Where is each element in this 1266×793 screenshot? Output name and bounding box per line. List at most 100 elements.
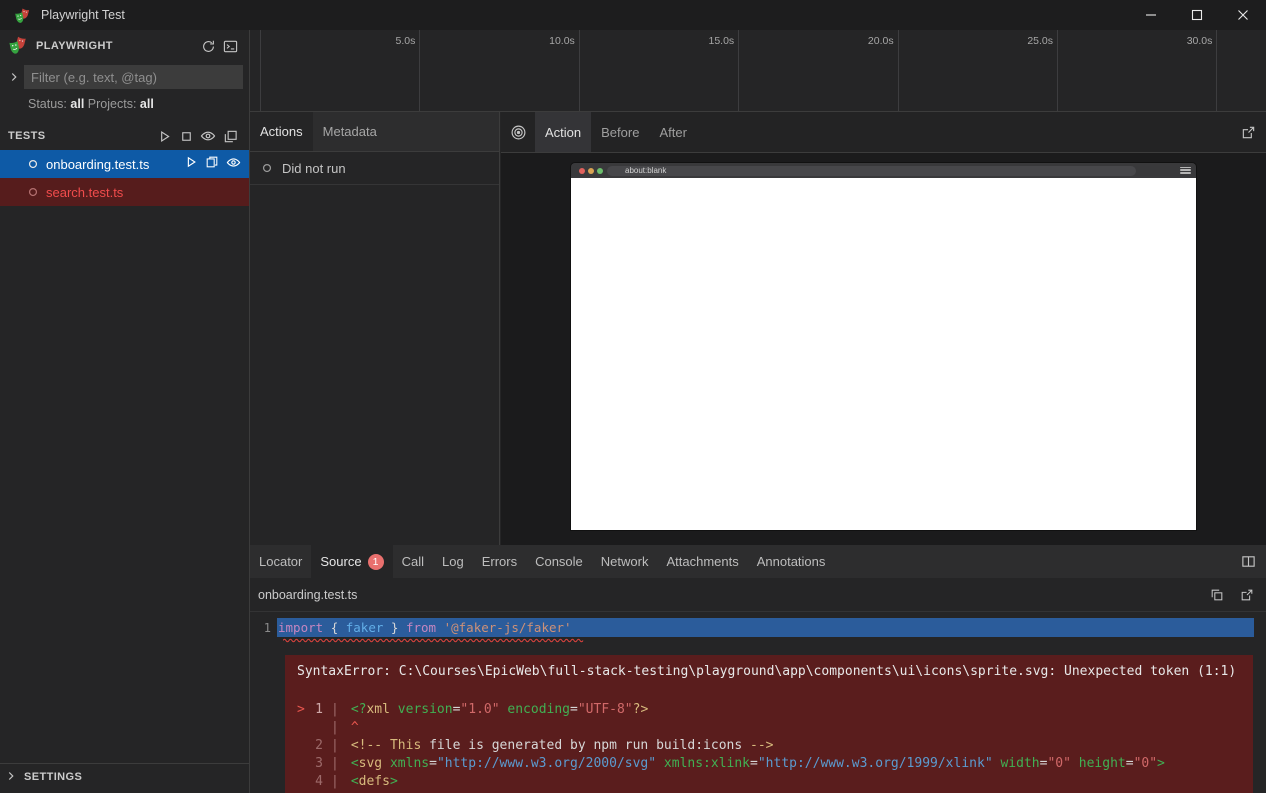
- maximize-icon: [1191, 9, 1203, 21]
- traffic-light-yellow-icon: [588, 168, 594, 174]
- tab-log[interactable]: Log: [433, 545, 473, 578]
- tab-label: Locator: [259, 554, 302, 569]
- actions-empty-row: Did not run: [250, 152, 499, 185]
- code-frame-line: >1|<?xml version="1.0" encoding="UTF-8"?…: [297, 701, 1241, 719]
- tab-metadata[interactable]: Metadata: [313, 112, 387, 151]
- window-title: Playwright Test: [41, 8, 125, 22]
- play-icon: [157, 129, 172, 144]
- minimize-button[interactable]: [1128, 0, 1174, 30]
- tab-attachments[interactable]: Attachments: [657, 545, 747, 578]
- chevron-right-icon: [4, 769, 18, 786]
- tests-header: TESTS: [0, 122, 249, 150]
- source-toolbar: onboarding.test.ts: [250, 578, 1266, 612]
- terminal-button[interactable]: [219, 35, 241, 57]
- timeline-gridline: [579, 30, 580, 111]
- eye-icon: [226, 155, 241, 170]
- file-copy-icon: [205, 155, 219, 169]
- line-number: 1: [250, 621, 277, 635]
- chevron-right-icon[interactable]: [4, 70, 24, 84]
- status-label: Status:: [28, 97, 67, 111]
- target-icon: [510, 124, 527, 141]
- tab-label: Metadata: [323, 124, 377, 139]
- watch-test-button[interactable]: [226, 155, 241, 173]
- status-line: Status: all Projects: all: [0, 92, 249, 116]
- test-name: onboarding.test.ts: [46, 157, 176, 172]
- snapshot-tabbar: Action Before After: [501, 112, 1266, 153]
- status-value[interactable]: all: [70, 97, 84, 111]
- tab-actions[interactable]: Actions: [250, 112, 313, 151]
- status-circle-icon: [262, 163, 272, 173]
- timeline-tick-label: 20.0s: [850, 35, 894, 47]
- timeline-tick-label: 30.0s: [1168, 35, 1212, 47]
- tab-source[interactable]: Source1: [311, 545, 392, 578]
- external-link-icon: [1241, 125, 1256, 140]
- tab-console[interactable]: Console: [526, 545, 592, 578]
- browser-snapshot[interactable]: about:blank: [571, 163, 1196, 530]
- tab-label: Log: [442, 554, 464, 569]
- watch-all-button[interactable]: [197, 125, 219, 147]
- source-line: 1 import { faker } from '@faker-js/faker…: [250, 618, 1266, 637]
- browser-toolbar: about:blank: [571, 163, 1196, 178]
- close-button[interactable]: [1220, 0, 1266, 30]
- tab-call[interactable]: Call: [393, 545, 433, 578]
- terminal-icon: [223, 39, 238, 54]
- playwright-masks-icon: [8, 35, 28, 58]
- maximize-button[interactable]: [1174, 0, 1220, 30]
- details-tabbar: Locator Source1Call Log Errors Console Networ…: [250, 545, 1266, 578]
- source-view[interactable]: 1 import { faker } from '@faker-js/faker…: [250, 612, 1266, 793]
- tab-label: Console: [535, 554, 583, 569]
- timeline-ruler[interactable]: 5.0s10.0s15.0s20.0s25.0s30.0s: [250, 30, 1266, 112]
- timeline-tick-label: 5.0s: [371, 35, 415, 47]
- tab-label: Network: [601, 554, 649, 569]
- collapse-all-button[interactable]: [219, 125, 241, 147]
- open-source-button[interactable]: [205, 155, 219, 173]
- test-name: search.test.ts: [46, 185, 241, 200]
- actions-tabbar: Actions Metadata: [250, 112, 499, 152]
- code-frame-line: 2|<!-- This file is generated by npm run…: [297, 737, 1241, 755]
- refresh-icon: [201, 39, 216, 54]
- run-test-button[interactable]: [184, 155, 198, 173]
- tab-network[interactable]: Network: [592, 545, 658, 578]
- extension-header: PLAYWRIGHT: [0, 30, 249, 62]
- filter-input[interactable]: [24, 65, 243, 89]
- projects-value[interactable]: all: [140, 97, 154, 111]
- eye-icon: [200, 128, 216, 144]
- open-snapshot-button[interactable]: [1230, 112, 1266, 152]
- test-status-circle-icon: [28, 185, 38, 200]
- tab-label: Errors: [482, 554, 517, 569]
- tab-label: After: [659, 125, 686, 140]
- run-all-button[interactable]: [153, 125, 175, 147]
- code-frame-line: |^: [297, 719, 1241, 737]
- tab-after[interactable]: After: [649, 112, 696, 152]
- timeline-gridline: [1216, 30, 1217, 111]
- traffic-light-red-icon: [579, 168, 585, 174]
- playwright-ui-window: Playwright Test: [0, 0, 1266, 793]
- tab-locator[interactable]: Locator: [250, 545, 311, 578]
- timeline-gridline: [1057, 30, 1058, 111]
- tab-label: Actions: [260, 124, 303, 139]
- tab-before[interactable]: Before: [591, 112, 649, 152]
- settings-title: SETTINGS: [24, 771, 82, 783]
- open-source-external-button[interactable]: [1236, 584, 1258, 606]
- tab-action[interactable]: Action: [535, 112, 591, 152]
- test-item-search[interactable]: search.test.ts: [0, 178, 249, 206]
- tab-label: Before: [601, 125, 639, 140]
- browser-page[interactable]: [571, 178, 1196, 530]
- pick-locator-button[interactable]: [501, 112, 535, 152]
- source-file-name: onboarding.test.ts: [258, 588, 1206, 602]
- stop-icon: [179, 129, 194, 144]
- timeline-tick-label: 10.0s: [531, 35, 575, 47]
- source-line-code: import { faker } from '@faker-js/faker': [277, 618, 1254, 637]
- settings-header[interactable]: SETTINGS: [0, 763, 249, 790]
- extension-title: PLAYWRIGHT: [36, 40, 197, 52]
- browser-address: about:blank: [607, 166, 1136, 176]
- stop-button[interactable]: [175, 125, 197, 147]
- traffic-light-green-icon: [597, 168, 603, 174]
- tab-errors[interactable]: Errors: [473, 545, 526, 578]
- test-item-onboarding[interactable]: onboarding.test.ts: [0, 150, 249, 178]
- copy-source-button[interactable]: [1206, 584, 1228, 606]
- split-view-button[interactable]: [1230, 545, 1266, 578]
- tab-label: Annotations: [757, 554, 826, 569]
- reload-tests-button[interactable]: [197, 35, 219, 57]
- tab-annotations[interactable]: Annotations: [748, 545, 835, 578]
